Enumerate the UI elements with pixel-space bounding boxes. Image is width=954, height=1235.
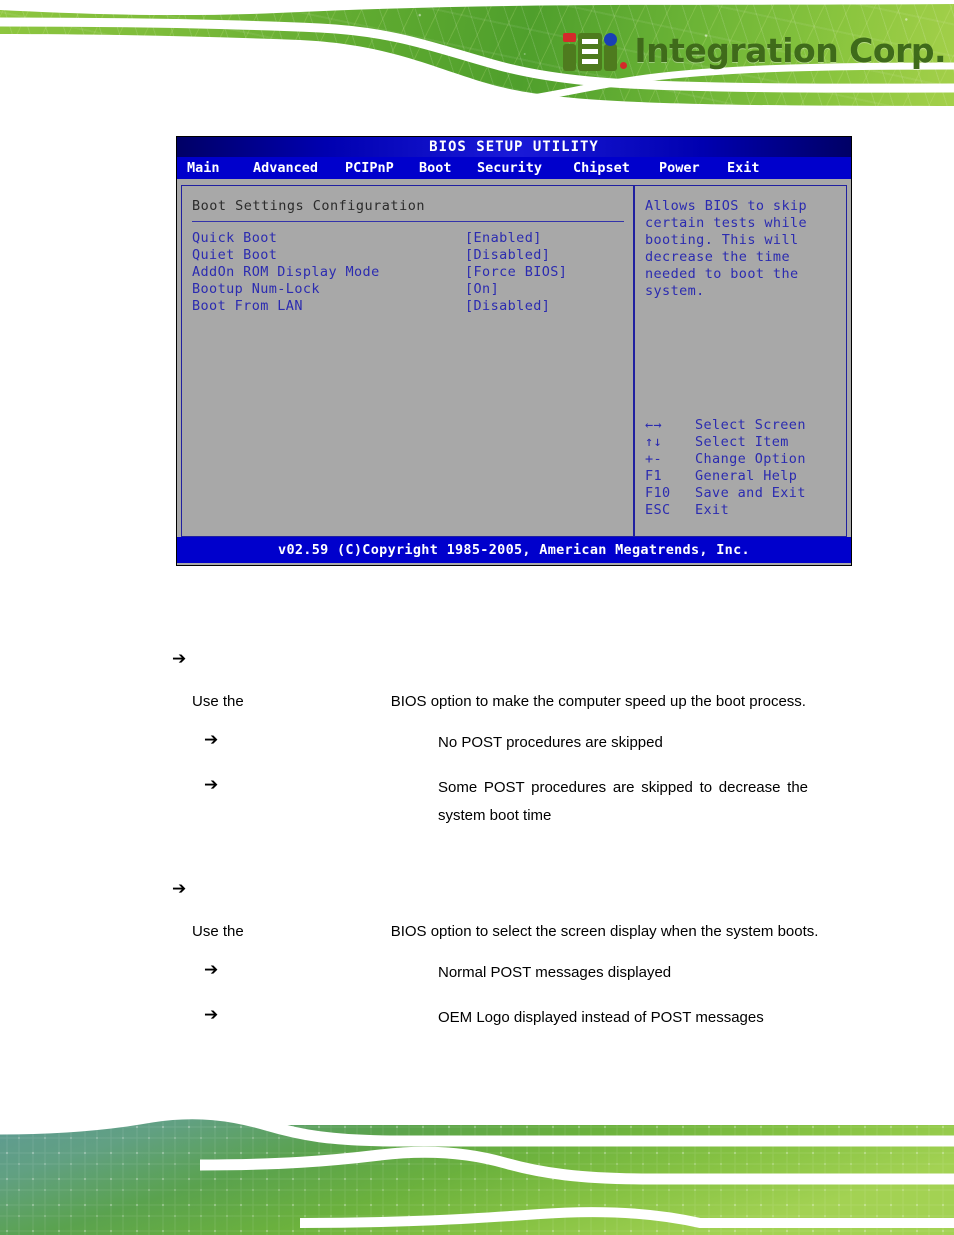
bios-tab-exit[interactable]: Exit: [727, 160, 760, 176]
bios-key-legend-row: F1 General Help: [645, 468, 806, 485]
choice-description: Normal POST messages displayed: [438, 964, 672, 981]
bios-setup-screenshot: BIOS SETUP UTILITY Main Advanced PCIPnP Boo…: [176, 136, 852, 566]
bios-option-row[interactable]: Quiet Boot [Disabled]: [192, 247, 633, 264]
bios-title-bar: BIOS SETUP UTILITY: [177, 137, 851, 157]
logo-letter-i-first: [563, 33, 577, 71]
option-choice: ➔ Normal POST messages displayed: [204, 959, 954, 987]
bios-key-legend-row: F10 Save and Exit: [645, 485, 806, 502]
bios-key-legend-row: ↑↓ Select Item: [645, 434, 806, 451]
bios-key-legend-row: ←→ Select Screen: [645, 417, 806, 434]
bios-key-glyph: F10: [645, 485, 671, 501]
arrow-bullet-icon: ➔: [204, 730, 219, 750]
arrow-bullet-icon: ➔: [172, 879, 187, 899]
bios-key-description: Exit: [695, 502, 730, 518]
arrow-bullet-icon: ➔: [204, 775, 219, 795]
bios-option-label: AddOn ROM Display Mode: [192, 264, 380, 280]
description-suffix: BIOS option to select the screen display…: [390, 923, 819, 940]
bios-key-glyph: ↑↓: [645, 434, 663, 450]
option-description: Use the BIOS option to make the computer …: [192, 691, 954, 712]
bios-settings-panel: Boot Settings Configuration Quick Boot [E…: [182, 186, 633, 536]
bios-tab-pcipnp[interactable]: PCIPnP: [345, 160, 419, 176]
bios-key-legend: ←→ Select Screen ↑↓ Select Item +- Change Opt…: [645, 417, 806, 519]
choice-description: OEM Logo displayed instead of POST messa…: [438, 1009, 764, 1026]
description-prefix: Use the: [192, 693, 244, 710]
bios-key-legend-row: ESC Exit: [645, 502, 806, 519]
bios-option-value[interactable]: [On]: [465, 281, 499, 298]
bios-key-description: Save and Exit: [695, 485, 806, 501]
option-heading: ➔: [172, 878, 954, 904]
bios-key-description: Select Item: [695, 434, 789, 450]
bios-menu-bar: Main Advanced PCIPnP Boot Security Chipset Pow…: [177, 157, 851, 179]
bios-section-divider: [192, 221, 624, 222]
arrow-bullet-icon: ➔: [204, 960, 219, 980]
bios-option-value[interactable]: [Disabled]: [465, 298, 550, 315]
description-prefix: Use the: [192, 923, 244, 940]
option-choice: ➔ No POST procedures are skipped: [204, 729, 954, 757]
bios-key-description: Change Option: [695, 451, 806, 467]
iei-logo: Integration Corp.: [563, 28, 946, 74]
bios-key-glyph: ESC: [645, 502, 671, 518]
arrow-bullet-icon: ➔: [172, 649, 187, 669]
bios-option-label: Quick Boot: [192, 230, 278, 246]
description-suffix: BIOS option to make the computer speed u…: [390, 693, 806, 710]
bios-option-value[interactable]: [Disabled]: [465, 247, 550, 264]
page-header-banner: Integration Corp.: [0, 0, 954, 108]
iei-logo-mark: [563, 31, 628, 71]
iei-logo-text: Integration Corp.: [634, 31, 946, 70]
bios-option-label: Boot From LAN: [192, 298, 303, 314]
choice-description: No POST procedures are skipped: [438, 734, 663, 751]
bios-key-glyph: ←→: [645, 417, 663, 433]
bios-option-label: Quiet Boot: [192, 247, 278, 263]
bios-section-heading: Boot Settings Configuration: [192, 198, 425, 214]
bios-tab-power[interactable]: Power: [659, 160, 727, 176]
arrow-bullet-icon: ➔: [204, 1005, 219, 1025]
bios-option-row[interactable]: Bootup Num-Lock [On]: [192, 281, 633, 298]
bios-tab-security[interactable]: Security: [477, 160, 573, 176]
logo-letter-i-second: [604, 33, 618, 71]
bios-option-row[interactable]: Quick Boot [Enabled]: [192, 230, 633, 247]
logo-red-dot: [620, 62, 628, 69]
option-choice: ➔ Some POST procedures are skipped to dec…: [204, 774, 954, 830]
bios-help-text: Allows BIOS to skip certain tests while …: [645, 198, 808, 299]
bios-key-description: General Help: [695, 468, 798, 484]
bios-body: Boot Settings Configuration Quick Boot [E…: [177, 179, 851, 537]
bios-option-label: Bootup Num-Lock: [192, 281, 320, 297]
option-heading: ➔: [172, 648, 954, 674]
bios-key-glyph: +-: [645, 451, 663, 467]
choice-description: Some POST procedures are skipped to decr…: [438, 779, 808, 824]
bios-copyright-bar: v02.59 (C)Copyright 1985-2005, American …: [177, 537, 851, 563]
bios-options-list: Quick Boot [Enabled] Quiet Boot [Disabled] A…: [192, 230, 633, 315]
bios-option-value[interactable]: [Force BIOS]: [465, 264, 567, 281]
bios-tab-main[interactable]: Main: [187, 160, 253, 176]
bios-key-glyph: F1: [645, 468, 663, 484]
bios-tab-boot[interactable]: Boot: [419, 160, 477, 176]
bios-tab-advanced[interactable]: Advanced: [253, 160, 345, 176]
option-description: Use the BIOS option to select the screen …: [192, 921, 954, 942]
document-body: ➔ Use the BIOS option to make the computer…: [0, 600, 954, 1032]
bios-help-panel: Allows BIOS to skip certain tests while …: [633, 186, 846, 536]
bios-option-value[interactable]: [Enabled]: [465, 230, 542, 247]
logo-letter-e: [578, 33, 603, 71]
footer-swoosh-decoration: [0, 1108, 954, 1235]
option-choice: ➔ OEM Logo displayed instead of POST mess…: [204, 1004, 954, 1032]
bios-option-row[interactable]: Boot From LAN [Disabled]: [192, 298, 633, 315]
bios-content-frame: Boot Settings Configuration Quick Boot [E…: [181, 185, 847, 537]
bios-key-description: Select Screen: [695, 417, 806, 433]
bios-key-legend-row: +- Change Option: [645, 451, 806, 468]
document-page: Integration Corp. BIOS SETUP UTILITY Mai…: [0, 0, 954, 1235]
page-footer-banner: [0, 1095, 954, 1235]
bios-tab-chipset[interactable]: Chipset: [573, 160, 659, 176]
bios-option-row[interactable]: AddOn ROM Display Mode [Force BIOS]: [192, 264, 633, 281]
